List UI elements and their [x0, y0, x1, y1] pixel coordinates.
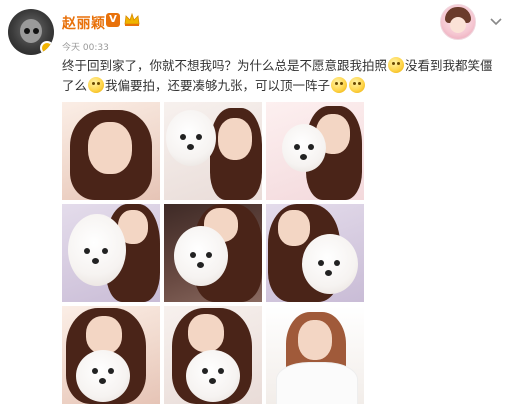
- chevron-down-icon[interactable]: [489, 14, 503, 28]
- avatar-eye-right: [33, 28, 39, 34]
- visitor-avatar-face: [450, 17, 466, 33]
- avatar-badge-icon: [40, 41, 54, 55]
- emoji-icon: [388, 57, 405, 73]
- photo-thumbnail[interactable]: [62, 204, 160, 302]
- photo-thumbnail[interactable]: [164, 204, 262, 302]
- user-avatar[interactable]: [8, 9, 54, 55]
- crown-icon: [124, 13, 140, 26]
- verified-badge-icon: V: [106, 13, 120, 27]
- user-name[interactable]: 赵丽颖: [62, 13, 106, 33]
- emoji-icon: [88, 77, 105, 93]
- photo-thumbnail[interactable]: [266, 102, 364, 200]
- post-text: 终于回到家了，你就不想我吗？为什么总是不愿意跟我拍照 没看到我都笑僵了么 我偏要拍，…: [62, 56, 504, 96]
- emoji-icon: [349, 77, 366, 93]
- post-text-part3: 我偏要拍，还要凑够九张，可以顶一阵子: [105, 78, 331, 93]
- photo-thumbnail[interactable]: [62, 102, 160, 200]
- photo-thumbnail[interactable]: [266, 204, 364, 302]
- photo-grid: [62, 102, 364, 404]
- photo-thumbnail[interactable]: [266, 306, 364, 404]
- post-timestamp[interactable]: 今天 00:33: [62, 40, 109, 53]
- photo-thumbnail[interactable]: [164, 306, 262, 404]
- visitor-avatar[interactable]: [440, 4, 476, 40]
- photo-thumbnail[interactable]: [164, 102, 262, 200]
- avatar-eye-left: [24, 28, 30, 34]
- photo-thumbnail[interactable]: [62, 306, 160, 404]
- post-text-part1: 终于回到家了，你就不想我吗？为什么总是不愿意跟我拍照: [62, 58, 388, 73]
- emoji-icon: [331, 77, 348, 93]
